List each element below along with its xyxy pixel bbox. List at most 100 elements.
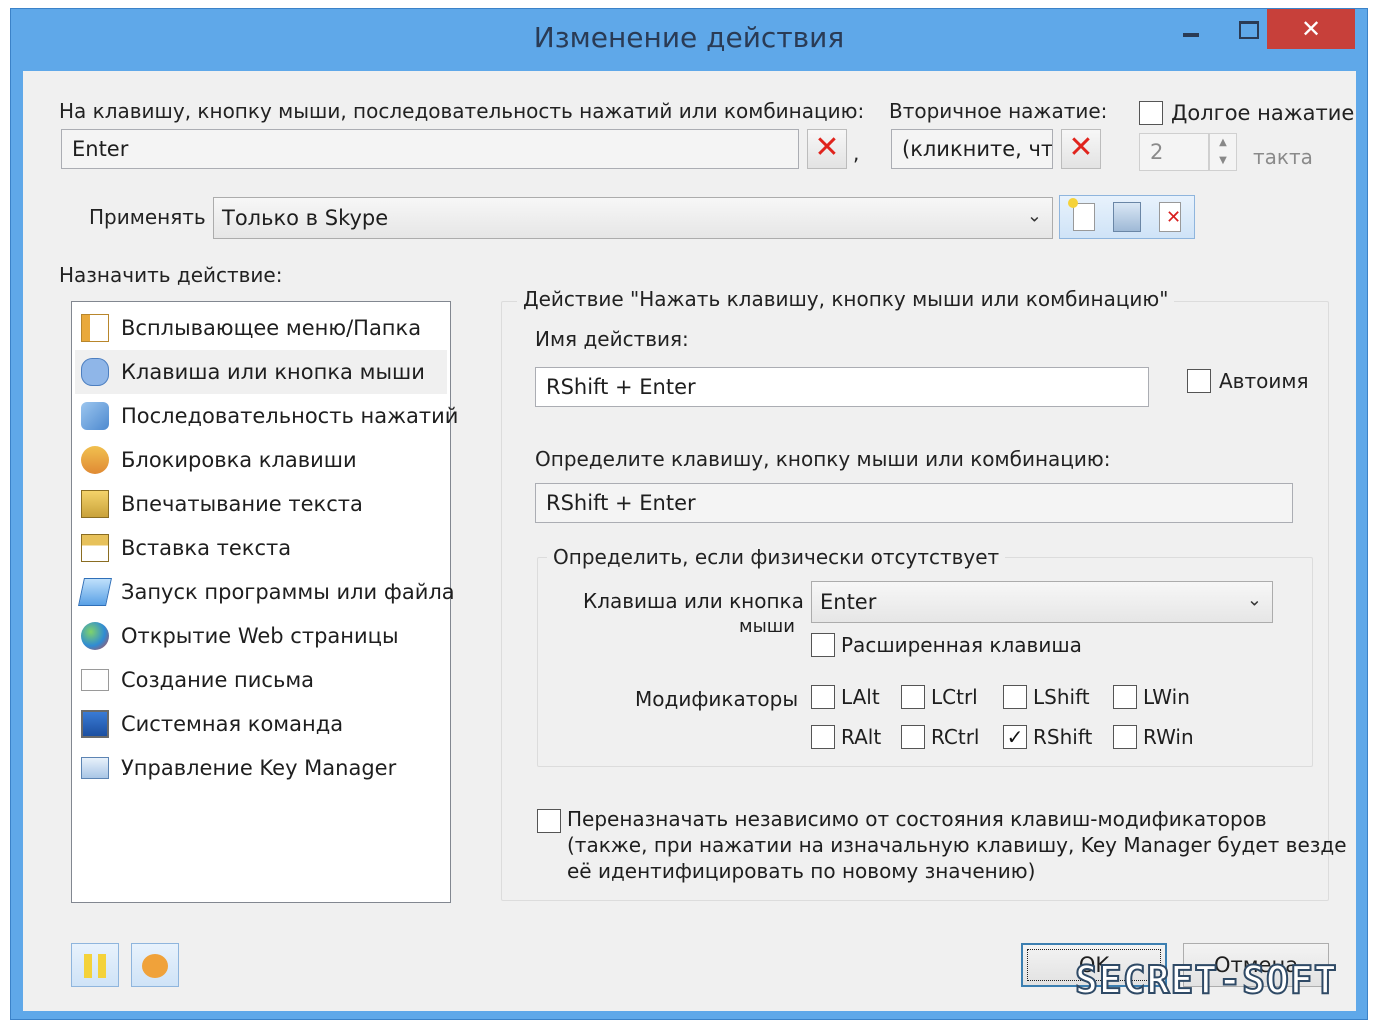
modifier-rshift-checkbox[interactable]: ✓ (1003, 725, 1027, 749)
dialog-client: На клавишу, кнопку мыши, последовательно… (23, 71, 1356, 1011)
modifier-rwin-checkbox[interactable] (1113, 725, 1137, 749)
list-item-label: Управление Key Manager (121, 756, 397, 780)
minimize-button[interactable] (1161, 9, 1221, 49)
remap-checkbox[interactable] (537, 809, 561, 833)
pause-icon (84, 954, 92, 978)
extended-key-checkbox[interactable] (811, 633, 835, 657)
modifier-rctrl-checkbox[interactable] (901, 725, 925, 749)
sequence-icon (81, 402, 109, 430)
chevron-down-icon: ⌄ (1026, 205, 1042, 227)
globe-icon (81, 622, 109, 650)
apply-label: Применять (89, 205, 206, 229)
edit-settings-icon[interactable] (1113, 202, 1141, 232)
modifier-lalt-checkbox[interactable] (811, 685, 835, 709)
list-item[interactable]: Запуск программы или файла (75, 570, 455, 614)
list-item-label: Вставка текста (121, 536, 292, 560)
define-key-input[interactable]: RShift + Enter (535, 483, 1293, 523)
comma-separator: , (853, 141, 860, 165)
delete-document-icon[interactable] (1159, 202, 1181, 232)
list-item[interactable]: Клавиша или кнопка мыши (75, 350, 447, 394)
list-item[interactable]: Создание письма (75, 658, 447, 702)
modifier-label: RShift (1033, 725, 1093, 749)
chevron-down-icon: ⌄ (1246, 589, 1262, 611)
list-item[interactable]: Открытие Web страницы (75, 614, 447, 658)
modifier-label: LCtrl (931, 685, 978, 709)
apply-selected-value: Только в Skype (222, 206, 389, 230)
action-name-input[interactable]: RShift + Enter (535, 367, 1149, 407)
remap-label-line3: её идентифицировать по новому значению) (567, 859, 1036, 883)
modifier-lwin-checkbox[interactable] (1113, 685, 1137, 709)
list-item[interactable]: Вставка текста (75, 526, 447, 570)
ticks-unit-label: такта (1253, 145, 1313, 169)
key-manager-button[interactable] (131, 943, 179, 987)
new-document-icon[interactable] (1068, 198, 1095, 231)
spin-up-icon[interactable]: ▲ (1210, 134, 1236, 152)
assign-label: Назначить действие: (59, 263, 283, 287)
red-x-icon: ✕ (1068, 130, 1094, 165)
spin-down-icon[interactable]: ▼ (1210, 152, 1236, 170)
close-button[interactable]: ✕ (1267, 9, 1355, 49)
list-item[interactable]: Впечатывание текста (75, 482, 447, 526)
key-icon (81, 358, 109, 386)
paste-text-icon (81, 534, 109, 562)
physical-key-select[interactable]: Enter ⌄ (811, 581, 1273, 623)
checkmark-icon: ✓ (1006, 725, 1024, 749)
modifier-lctrl-checkbox[interactable] (901, 685, 925, 709)
autoname-checkbox[interactable] (1187, 369, 1211, 393)
pause-button[interactable] (71, 943, 119, 987)
list-item-label: Всплывающее меню/Папка (121, 316, 422, 340)
clear-secondary-button[interactable]: ✕ (1061, 129, 1101, 169)
trigger-input[interactable]: Enter (61, 129, 799, 169)
list-item[interactable]: Блокировка клавиши (75, 438, 447, 482)
clear-trigger-button[interactable]: ✕ (807, 129, 847, 169)
ticks-input[interactable]: 2 (1139, 133, 1209, 171)
modifier-label: RWin (1143, 725, 1194, 749)
list-item-label: Блокировка клавиши (121, 448, 357, 472)
pause-icon (98, 954, 106, 978)
modifier-label: RAlt (841, 725, 882, 749)
list-item[interactable]: Последовательность нажатий (75, 394, 458, 438)
secondary-input[interactable]: (кликните, что (891, 129, 1053, 169)
key-manager-logo-icon (142, 954, 168, 978)
action-type-list[interactable]: Всплывающее меню/Папка Клавиша или кнопк… (71, 301, 458, 903)
lock-key-icon (81, 446, 109, 474)
run-program-icon (78, 578, 112, 606)
define-key-label: Определите клавишу, кнопку мыши или комб… (535, 447, 1111, 471)
list-item-label: Впечатывание текста (121, 492, 363, 516)
secondary-label: Вторичное нажатие: (889, 99, 1108, 123)
trigger-label: На клавишу, кнопку мыши, последовательно… (59, 99, 865, 123)
autoname-label: Автоимя (1219, 369, 1309, 393)
list-item-label: Создание письма (121, 668, 315, 692)
action-name-label: Имя действия: (535, 327, 689, 351)
list-item[interactable]: Управление Key Manager (75, 746, 447, 790)
list-item[interactable]: Системная команда (75, 702, 447, 746)
list-item-label: Открытие Web страницы (121, 624, 399, 648)
physical-key-label-line2: мыши (739, 616, 795, 637)
key-manager-icon (81, 757, 109, 779)
list-item[interactable]: Всплывающее меню/Папка (75, 306, 447, 350)
red-x-icon: ✕ (814, 130, 840, 165)
remap-label-line2: (также, при нажатии на изначальную клави… (567, 833, 1347, 857)
list-item-label: Клавиша или кнопка мыши (121, 360, 425, 384)
long-press-checkbox[interactable] (1139, 101, 1163, 125)
modifier-ralt-checkbox[interactable] (811, 725, 835, 749)
maximize-button[interactable] (1221, 9, 1273, 49)
modifier-label: LAlt (841, 685, 880, 709)
physical-group-caption: Определить, если физически отсутствует (547, 545, 1006, 569)
mail-icon (81, 669, 109, 691)
watermark-text: SECRET-SOFT (1074, 957, 1338, 1003)
list-item-label: Системная команда (121, 712, 344, 736)
modifier-label: RCtrl (931, 725, 980, 749)
title-bar[interactable]: Изменение действия ✕ (11, 9, 1367, 71)
ticks-spinner[interactable]: ▲ ▼ (1209, 133, 1237, 171)
list-item-label: Последовательность нажатий (121, 404, 459, 428)
type-text-icon (81, 490, 109, 518)
modifier-label: LShift (1033, 685, 1090, 709)
modifier-lshift-checkbox[interactable] (1003, 685, 1027, 709)
apply-select[interactable]: Только в Skype ⌄ (213, 197, 1053, 239)
dialog-window: Изменение действия ✕ На клавишу, кнопку … (10, 8, 1368, 1020)
physical-key-label-line1: Клавиша или кнопка (583, 589, 804, 613)
close-icon: ✕ (1300, 15, 1322, 43)
menu-folder-icon (81, 314, 109, 342)
remap-label-line1: Переназначать независимо от состояния кл… (567, 807, 1267, 831)
